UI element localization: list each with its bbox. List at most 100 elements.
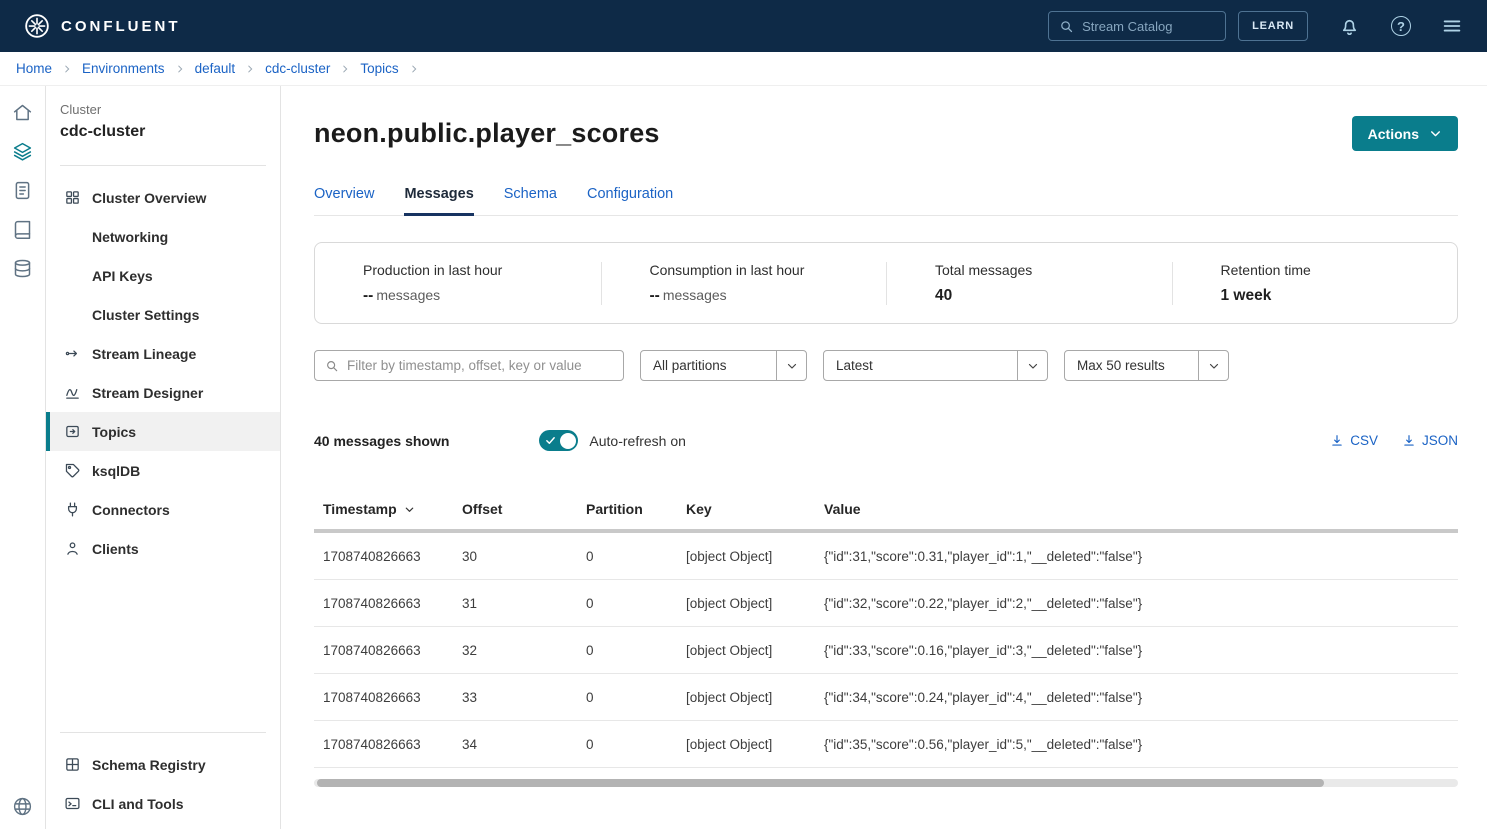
actions-button[interactable]: Actions bbox=[1352, 116, 1458, 151]
order-filter-value: Latest bbox=[824, 358, 1017, 373]
breadcrumb-cdc-cluster[interactable]: cdc-cluster bbox=[265, 61, 330, 76]
cell-timestamp: 1708740826663 bbox=[323, 643, 462, 658]
cell-partition: 0 bbox=[586, 596, 686, 611]
notifications-bell-icon[interactable] bbox=[1338, 15, 1361, 38]
cell-timestamp: 1708740826663 bbox=[323, 690, 462, 705]
sidebar-item-label: Clients bbox=[92, 541, 139, 557]
message-filter-search[interactable] bbox=[314, 350, 624, 381]
breadcrumb-environments[interactable]: Environments bbox=[82, 61, 165, 76]
sidebar-item-cli-and-tools[interactable]: CLI and Tools bbox=[46, 784, 280, 823]
sidebar-item-topics[interactable]: Topics bbox=[46, 412, 280, 451]
download-json-link[interactable]: JSON bbox=[1402, 433, 1458, 448]
actions-button-label: Actions bbox=[1368, 126, 1419, 142]
order-filter-dropdown[interactable]: Latest bbox=[823, 350, 1048, 381]
download-links: CSV JSON bbox=[1330, 433, 1458, 448]
confluent-logo[interactable]: CONFLUENT bbox=[24, 13, 181, 39]
cell-timestamp: 1708740826663 bbox=[323, 596, 462, 611]
learn-button[interactable]: LEARN bbox=[1238, 11, 1308, 41]
chevron-down-icon[interactable] bbox=[1017, 351, 1047, 380]
sidebar-item-networking[interactable]: Networking bbox=[46, 217, 280, 256]
sidebar-item-label: API Keys bbox=[92, 268, 153, 284]
cluster-label: Cluster bbox=[60, 102, 280, 117]
table-row[interactable]: 1708740826663 34 0 [object Object] {"id"… bbox=[314, 721, 1458, 768]
chevron-down-icon[interactable] bbox=[776, 351, 806, 380]
limit-filter-dropdown[interactable]: Max 50 results bbox=[1064, 350, 1229, 381]
stat-retention-time: Retention time 1 week bbox=[1172, 262, 1458, 305]
table-horizontal-scrollbar[interactable] bbox=[314, 779, 1458, 787]
cell-partition: 0 bbox=[586, 549, 686, 564]
breadcrumb-default[interactable]: default bbox=[195, 61, 236, 76]
stream-catalog-input[interactable] bbox=[1082, 19, 1215, 34]
cluster-name: cdc-cluster bbox=[60, 123, 280, 141]
table-header: Timestamp Offset Partition Key Value bbox=[314, 489, 1458, 529]
sidebar-item-clients[interactable]: Clients bbox=[46, 529, 280, 568]
column-key: Key bbox=[686, 501, 824, 517]
cell-partition: 0 bbox=[586, 690, 686, 705]
designer-icon bbox=[64, 384, 81, 401]
chevron-right-icon bbox=[245, 64, 255, 74]
help-icon[interactable]: ? bbox=[1391, 16, 1411, 36]
question-mark-icon: ? bbox=[1391, 16, 1411, 36]
sidebar-item-connectors[interactable]: Connectors bbox=[46, 490, 280, 529]
download-icon bbox=[1330, 434, 1344, 448]
tab-configuration[interactable]: Configuration bbox=[587, 186, 673, 216]
column-timestamp[interactable]: Timestamp bbox=[323, 501, 462, 517]
main-content: neon.public.player_scores Actions Overvi… bbox=[281, 86, 1487, 829]
breadcrumb-topics[interactable]: Topics bbox=[360, 61, 398, 76]
rail-top bbox=[12, 102, 33, 279]
grid-icon bbox=[64, 189, 81, 206]
storage-database-icon[interactable] bbox=[12, 258, 33, 279]
column-partition: Partition bbox=[586, 501, 686, 517]
learn-book-icon[interactable] bbox=[12, 219, 33, 240]
tab-schema[interactable]: Schema bbox=[504, 186, 557, 216]
search-icon bbox=[325, 359, 339, 373]
stat-label: Consumption in last hour bbox=[650, 262, 887, 278]
tab-overview[interactable]: Overview bbox=[314, 186, 374, 216]
cell-offset: 33 bbox=[462, 690, 586, 705]
cell-value: {"id":35,"score":0.56,"player_id":5,"__d… bbox=[824, 737, 1458, 752]
stat-value: -- bbox=[363, 287, 373, 304]
table-row[interactable]: 1708740826663 31 0 [object Object] {"id"… bbox=[314, 580, 1458, 627]
column-value: Value bbox=[824, 501, 1458, 517]
environments-layers-icon[interactable] bbox=[12, 141, 33, 162]
hamburger-menu-icon[interactable] bbox=[1441, 15, 1463, 37]
lineage-icon bbox=[64, 345, 81, 362]
column-label: Timestamp bbox=[323, 501, 397, 517]
table-row[interactable]: 1708740826663 30 0 [object Object] {"id"… bbox=[314, 533, 1458, 580]
download-csv-link[interactable]: CSV bbox=[1330, 433, 1378, 448]
navbar-right: LEARN ? bbox=[1048, 11, 1463, 41]
client-person-icon bbox=[64, 540, 81, 557]
cell-offset: 31 bbox=[462, 596, 586, 611]
stat-label: Retention time bbox=[1221, 262, 1458, 278]
sidebar-item-stream-lineage[interactable]: Stream Lineage bbox=[46, 334, 280, 373]
chevron-right-icon bbox=[175, 64, 185, 74]
chevron-down-icon[interactable] bbox=[1198, 351, 1228, 380]
sidebar-divider bbox=[60, 732, 266, 733]
table-row[interactable]: 1708740826663 32 0 [object Object] {"id"… bbox=[314, 627, 1458, 674]
partition-filter-dropdown[interactable]: All partitions bbox=[640, 350, 807, 381]
tab-messages[interactable]: Messages bbox=[404, 186, 473, 216]
stat-consumption: Consumption in last hour --messages bbox=[601, 262, 887, 305]
breadcrumb-home[interactable]: Home bbox=[16, 61, 52, 76]
sidebar-item-cluster-settings[interactable]: Cluster Settings bbox=[46, 295, 280, 334]
top-navbar: CONFLUENT LEARN ? bbox=[0, 0, 1487, 52]
auto-refresh-toggle[interactable] bbox=[539, 430, 578, 451]
invoice-document-icon[interactable] bbox=[12, 180, 33, 201]
sidebar-item-label: ksqlDB bbox=[92, 463, 140, 479]
sidebar-item-api-keys[interactable]: API Keys bbox=[46, 256, 280, 295]
scrollbar-thumb[interactable] bbox=[317, 779, 1324, 787]
home-icon[interactable] bbox=[12, 102, 33, 123]
sidebar-item-label: Cluster Overview bbox=[92, 190, 206, 206]
terminal-icon bbox=[64, 795, 81, 812]
stream-catalog-search[interactable] bbox=[1048, 11, 1226, 41]
message-filter-input[interactable] bbox=[347, 358, 613, 373]
stat-value: -- bbox=[650, 287, 660, 304]
download-csv-label: CSV bbox=[1350, 433, 1378, 448]
cell-offset: 34 bbox=[462, 737, 586, 752]
sidebar-item-cluster-overview[interactable]: Cluster Overview bbox=[46, 178, 280, 217]
sidebar-item-schema-registry[interactable]: Schema Registry bbox=[46, 745, 280, 784]
table-row[interactable]: 1708740826663 33 0 [object Object] {"id"… bbox=[314, 674, 1458, 721]
sidebar-item-ksqldb[interactable]: ksqlDB bbox=[46, 451, 280, 490]
sidebar-item-stream-designer[interactable]: Stream Designer bbox=[46, 373, 280, 412]
globe-icon[interactable] bbox=[12, 796, 33, 817]
